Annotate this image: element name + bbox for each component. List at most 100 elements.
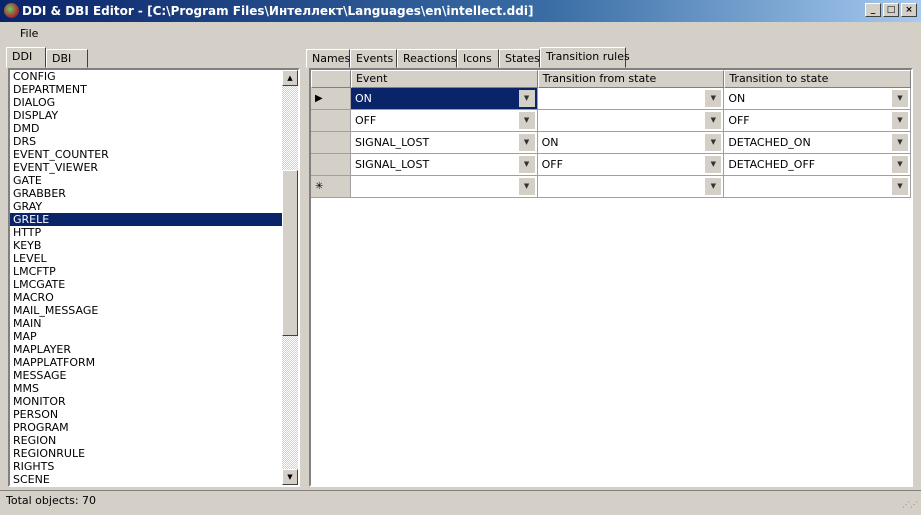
dropdown-arrow-icon[interactable]: ▼ xyxy=(892,134,908,151)
table-row: ✳ ▼ ▼ ▼ xyxy=(311,176,911,198)
event-value: OFF xyxy=(354,114,377,127)
dropdown-arrow-icon[interactable]: ▼ xyxy=(892,178,908,195)
row-header[interactable]: ✳ xyxy=(311,176,351,198)
close-button[interactable]: × xyxy=(901,3,917,17)
dropdown-arrow-icon[interactable]: ▼ xyxy=(705,156,722,173)
to-cell[interactable]: ▼ xyxy=(724,176,911,198)
list-item[interactable]: LMCFTP xyxy=(10,265,284,278)
tab-ddi[interactable]: DDI xyxy=(6,47,46,68)
from-cell[interactable]: OFF ▼ xyxy=(537,154,725,176)
list-item[interactable]: PROGRAM xyxy=(10,421,284,434)
dropdown-arrow-icon[interactable]: ▼ xyxy=(892,112,908,129)
dropdown-arrow-icon[interactable]: ▼ xyxy=(705,112,722,129)
dropdown-arrow-icon[interactable]: ▼ xyxy=(518,134,535,151)
tab-states[interactable]: States xyxy=(499,49,540,68)
list-item[interactable]: MAIN xyxy=(10,317,284,330)
window-title: DDI & DBI Editor - [C:\Program Files\Инт… xyxy=(22,4,534,18)
list-item[interactable]: DMD xyxy=(10,122,284,135)
event-cell[interactable]: ▼ xyxy=(350,176,538,198)
dropdown-arrow-icon[interactable]: ▼ xyxy=(892,156,908,173)
list-item[interactable]: HTTP xyxy=(10,226,284,239)
from-cell[interactable]: ON ▼ xyxy=(537,132,725,154)
object-list[interactable]: CONFIG DEPARTMENT DIALOG DISPLAY DMD DRS EVENT… xyxy=(8,68,300,487)
list-item[interactable]: DISPLAY xyxy=(10,109,284,122)
tab-transition-rules[interactable]: Transition rules xyxy=(540,47,630,68)
list-item[interactable]: PERSON xyxy=(10,408,284,421)
tab-icons[interactable]: Icons xyxy=(457,49,499,68)
minimize-button[interactable]: _ xyxy=(865,3,881,17)
list-item[interactable]: REGION xyxy=(10,434,284,447)
list-item[interactable]: MAPPLATFORM xyxy=(10,356,284,369)
list-item[interactable]: MAPLAYER xyxy=(10,343,284,356)
dropdown-arrow-icon[interactable]: ▼ xyxy=(705,90,722,107)
maximize-button[interactable]: □ xyxy=(883,3,899,17)
scroll-up-button[interactable]: ▲ xyxy=(282,70,298,86)
dropdown-arrow-icon[interactable]: ▼ xyxy=(518,112,535,129)
row-header[interactable] xyxy=(311,154,351,176)
list-item[interactable]: MAP xyxy=(10,330,284,343)
list-item[interactable]: EVENT_COUNTER xyxy=(10,148,284,161)
to-cell[interactable]: DETACHED_OFF ▼ xyxy=(724,154,911,176)
to-cell[interactable]: OFF ▼ xyxy=(724,110,911,132)
row-header[interactable] xyxy=(311,132,351,154)
from-value: ON xyxy=(541,136,559,149)
menu-file[interactable]: File xyxy=(14,27,44,40)
list-item[interactable]: REGIONRULE xyxy=(10,447,284,460)
list-item[interactable]: LMCGATE xyxy=(10,278,284,291)
from-cell[interactable]: ▼ xyxy=(537,176,725,198)
to-cell[interactable]: ON ▼ xyxy=(724,88,911,110)
to-value: DETACHED_OFF xyxy=(728,158,816,171)
list-item[interactable]: DEPARTMENT xyxy=(10,83,284,96)
resize-grip-icon[interactable]: ⋰⋰ xyxy=(902,500,918,509)
dropdown-arrow-icon[interactable]: ▼ xyxy=(518,90,535,107)
list-item[interactable]: RIGHTS xyxy=(10,460,284,473)
column-header-to[interactable]: Transition to state xyxy=(724,70,911,88)
title-bar: DDI & DBI Editor - [C:\Program Files\Инт… xyxy=(0,0,921,22)
list-item[interactable]: MESSAGE xyxy=(10,369,284,382)
tab-events[interactable]: Events xyxy=(350,49,397,68)
dropdown-arrow-icon[interactable]: ▼ xyxy=(518,178,535,195)
dropdown-arrow-icon[interactable]: ▼ xyxy=(705,178,722,195)
list-item[interactable]: DRS xyxy=(10,135,284,148)
dropdown-arrow-icon[interactable]: ▼ xyxy=(518,156,535,173)
table-row: SIGNAL_LOST ▼ ON ▼ DETACHED_ON ▼ xyxy=(311,132,911,154)
grid-header: Event Transition from state Transition t… xyxy=(311,70,911,88)
list-item[interactable]: KEYB xyxy=(10,239,284,252)
list-item[interactable]: GRELE xyxy=(10,213,284,226)
scroll-thumb[interactable] xyxy=(282,170,298,336)
list-item[interactable]: SCENE xyxy=(10,473,284,485)
tab-names[interactable]: Names xyxy=(306,49,350,68)
list-item[interactable]: MONITOR xyxy=(10,395,284,408)
list-item[interactable]: LEVEL xyxy=(10,252,284,265)
from-cell[interactable]: ▼ xyxy=(537,88,725,110)
column-header-event[interactable]: Event xyxy=(350,70,538,88)
scroll-down-button[interactable]: ▼ xyxy=(282,469,298,485)
tab-dbi[interactable]: DBI xyxy=(46,49,88,68)
list-item[interactable]: GRAY xyxy=(10,200,284,213)
list-item[interactable]: DIALOG xyxy=(10,96,284,109)
column-header-from[interactable]: Transition from state xyxy=(537,70,725,88)
list-scrollbar[interactable]: ▲ ▼ xyxy=(282,70,298,485)
list-item[interactable]: GATE xyxy=(10,174,284,187)
event-cell[interactable]: SIGNAL_LOST ▼ xyxy=(350,154,538,176)
to-value: OFF xyxy=(728,114,750,127)
list-item[interactable]: CONFIG xyxy=(10,70,284,83)
event-cell[interactable]: OFF ▼ xyxy=(350,110,538,132)
dropdown-arrow-icon[interactable]: ▼ xyxy=(892,90,908,107)
dropdown-arrow-icon[interactable]: ▼ xyxy=(705,134,722,151)
row-header[interactable]: ▶ xyxy=(311,88,351,110)
event-cell[interactable]: SIGNAL_LOST ▼ xyxy=(350,132,538,154)
event-cell[interactable]: ON ▼ xyxy=(350,88,538,110)
list-item[interactable]: GRABBER xyxy=(10,187,284,200)
tab-reactions[interactable]: Reactions xyxy=(397,49,457,68)
row-header-corner xyxy=(311,70,351,88)
list-item[interactable]: MAIL_MESSAGE xyxy=(10,304,284,317)
to-cell[interactable]: DETACHED_ON ▼ xyxy=(724,132,911,154)
transition-rules-grid: Event Transition from state Transition t… xyxy=(309,68,913,487)
list-item[interactable]: MMS xyxy=(10,382,284,395)
to-value: DETACHED_ON xyxy=(728,136,811,149)
list-item[interactable]: EVENT_VIEWER xyxy=(10,161,284,174)
row-header[interactable] xyxy=(311,110,351,132)
from-cell[interactable]: ▼ xyxy=(537,110,725,132)
list-item[interactable]: MACRO xyxy=(10,291,284,304)
